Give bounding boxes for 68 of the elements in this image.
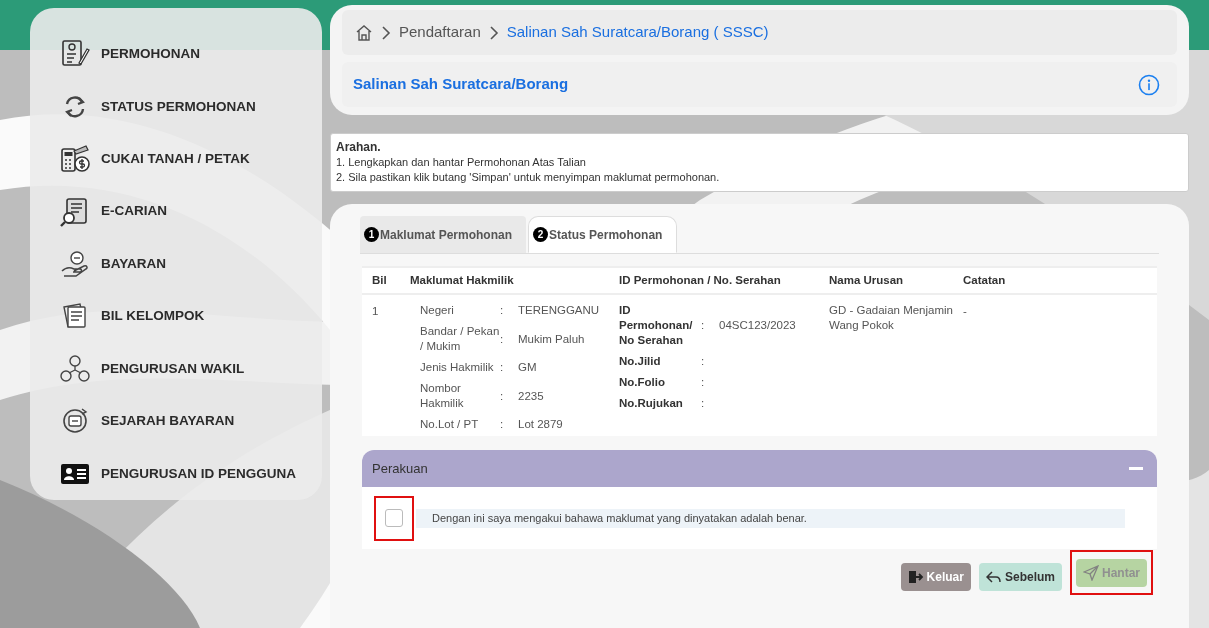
tab-label: Maklumat Permohonan <box>380 226 513 244</box>
field-label: Bandar / Pekan / Mukim <box>420 324 500 354</box>
colon-mark: : <box>500 388 505 404</box>
table-cell-text: 1 <box>372 304 380 319</box>
colon-mark: : <box>500 417 505 432</box>
step-number: 1 <box>364 227 379 242</box>
column-header: Maklumat Hakmilik <box>410 272 515 288</box>
checkbox[interactable] <box>385 509 403 527</box>
colon-mark: : <box>701 318 706 333</box>
sidebar-item[interactable]: STATUS PERMOHONAN <box>60 80 322 133</box>
field-label: ID Permohonan/ No Serahan <box>619 303 694 348</box>
sidebar-item[interactable]: PENGURUSAN WAKIL <box>60 342 322 396</box>
home-icon[interactable] <box>355 23 373 42</box>
step-number: 2 <box>533 227 549 242</box>
field-label: Negeri <box>420 303 455 318</box>
back-button[interactable]: Sebelum <box>978 563 1062 591</box>
tab[interactable]: 2 Status Permohonan <box>528 216 678 253</box>
info-icon[interactable] <box>1138 73 1160 96</box>
colon-mark: : <box>701 396 706 411</box>
tab-label: Status Permohonan <box>549 226 663 244</box>
tab[interactable]: 1 Maklumat Permohonan <box>360 216 527 253</box>
field-value: 2235 <box>518 388 545 404</box>
instruction-line: 1. Lengkapkan dan hantar Permohonan Atas Talian <box>336 155 587 170</box>
send-icon <box>1083 564 1099 581</box>
field-label: Nombor Hakmilik <box>420 381 465 411</box>
breadcrumb-link[interactable]: Pendaftaran <box>399 21 481 44</box>
exit-icon <box>907 569 924 585</box>
calculator-icon <box>60 144 90 175</box>
table-cell-text: - <box>963 304 968 319</box>
colon-mark: : <box>500 303 505 318</box>
sidebar-item[interactable]: CUKAI TANAH / PETAK <box>60 132 322 186</box>
column-header: ID Permohonan / No. Serahan <box>619 272 782 288</box>
field-value: Mukim Paluh <box>518 331 586 347</box>
reply-arrow-icon <box>985 569 1002 585</box>
panel-title: Perakuan <box>372 459 428 478</box>
field-label: No.Rujukan <box>619 396 684 411</box>
field-label: Jenis Hakmilik <box>420 360 495 375</box>
colon-mark: : <box>701 375 706 390</box>
column-header: Nama Urusan <box>829 272 905 288</box>
declaration-text: Dengan ini saya mengakui bahawa maklumat yang dinyatakan adalah benar. <box>416 508 1125 528</box>
table-cell-text: GD - Gadaian Menjamin Wang Pokok <box>829 303 954 333</box>
sidebar-item[interactable]: E-CARIAN <box>60 185 322 238</box>
field-value: GM <box>518 360 538 375</box>
field-value: Lot 2879 <box>518 417 564 432</box>
field-value: TERENGGANU <box>518 303 601 318</box>
sidebar-item[interactable]: BIL KELOMPOK <box>60 290 322 343</box>
document-search-icon <box>60 196 90 227</box>
column-header: Catatan <box>963 272 1007 288</box>
sidebar-item[interactable]: BAYARAN <box>60 237 322 291</box>
field-value: 04SC123/2023 <box>719 318 797 333</box>
field-label: No.Jilid <box>619 354 662 369</box>
sidebar-item[interactable]: PERMOHONAN <box>60 28 322 81</box>
colon-mark: : <box>500 360 505 375</box>
breadcrumb-link[interactable]: Salinan Sah Suratcara/Borang ( SSSC) <box>506 21 769 44</box>
column-header: Bil <box>372 272 388 288</box>
chevron-right-icon <box>381 25 391 40</box>
colon-mark: : <box>701 354 706 369</box>
chevron-right-icon <box>488 25 499 40</box>
instructions-title: Arahan. <box>336 140 382 155</box>
people-icon <box>60 353 90 384</box>
sidebar-item[interactable]: PENGURUSAN ID PENGGUNA <box>60 447 322 500</box>
field-label: No.Folio <box>619 375 666 390</box>
sidebar-item[interactable]: SEJARAH BAYARAN <box>60 395 322 448</box>
colon-mark: : <box>500 331 505 347</box>
instruction-line: 2. Sila pastikan klik butang 'Simpan' untuk menyimpan maklumat permohonan. <box>336 170 721 185</box>
field-label: No.Lot / PT <box>420 417 480 432</box>
hand-coin-icon <box>60 248 90 279</box>
page-title: Salinan Sah Suratcara/Borang <box>353 74 569 95</box>
